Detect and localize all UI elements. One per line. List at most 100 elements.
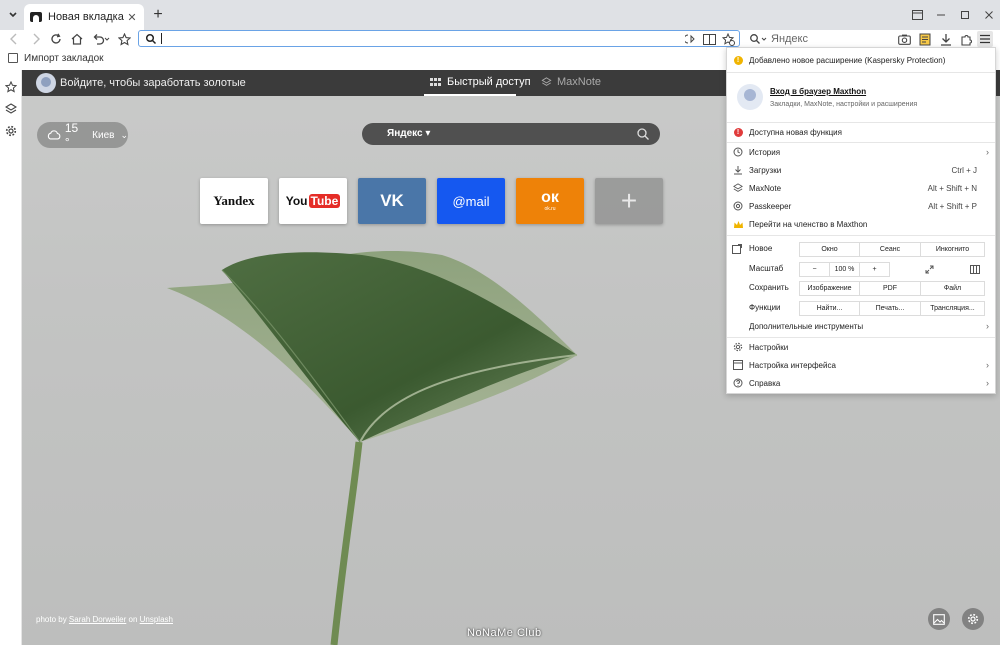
puzzle-icon <box>960 34 972 46</box>
menu-save-row: Сохранить Изображение PDF Файл <box>727 279 995 297</box>
chevron-right-icon: › <box>986 147 989 157</box>
save-pdf-button[interactable]: PDF <box>859 281 921 296</box>
print-button[interactable]: Печать... <box>859 301 921 316</box>
passkeeper-icon <box>731 200 745 212</box>
tab-new-tab[interactable]: Новая вкладка ✕ <box>24 4 144 30</box>
home-button[interactable] <box>69 31 85 47</box>
expand-icon <box>925 265 933 274</box>
menu-login[interactable]: Вход в браузер Maxthon Закладки, MaxNote… <box>727 74 995 118</box>
photo-source-link[interactable]: Unsplash <box>140 615 173 624</box>
tab-speed-dial[interactable]: Быстрый доступ <box>430 76 531 88</box>
window-controls <box>904 0 1000 30</box>
add-bookmark-icon[interactable] <box>721 32 735 46</box>
new-tab-button[interactable]: + <box>150 6 166 24</box>
photo-author-link[interactable]: Sarah Dorweiler <box>69 615 126 624</box>
maxnote-icon <box>541 77 552 86</box>
extension-kaspersky-button[interactable] <box>917 31 933 47</box>
new-window-icon <box>731 243 743 255</box>
zoom-in-button[interactable]: + <box>859 262 890 277</box>
ok-domain: ok.ru <box>544 206 556 212</box>
sidebar-favorites-button[interactable] <box>4 80 18 94</box>
split-view-icon[interactable] <box>906 0 928 30</box>
read-aloud-icon[interactable] <box>684 32 698 46</box>
sidebar-settings-button[interactable] <box>4 124 18 138</box>
reload-button[interactable] <box>48 31 64 47</box>
downloads-button[interactable] <box>938 31 954 47</box>
columns-icon <box>970 265 980 274</box>
import-bookmarks-link[interactable]: Импорт закладок <box>24 53 104 64</box>
speed-dial-tile-youtube[interactable]: You Tube <box>279 178 347 224</box>
minimize-button[interactable] <box>930 0 952 30</box>
forward-button[interactable] <box>28 31 44 47</box>
menu-notice-feature[interactable]: ! Доступна новая функция <box>727 123 995 141</box>
ok-logo: ок <box>541 189 559 206</box>
zoom-out-button[interactable]: − <box>799 262 830 277</box>
maximize-button[interactable] <box>954 0 976 30</box>
tab-close-icon[interactable]: ✕ <box>126 11 138 24</box>
menu-item-more-tools[interactable]: Дополнительные инструменты › <box>727 317 995 335</box>
menu-new-row: Новое Окно Сеанс Инкогнито <box>727 240 995 258</box>
search-placeholder: Яндекс <box>771 32 808 45</box>
speed-dial-tile-mail[interactable]: @mail <box>437 178 505 224</box>
page-settings-button[interactable] <box>962 608 984 630</box>
menu-item-downloads[interactable]: Загрузки Ctrl + J <box>727 161 995 179</box>
split-screen-button[interactable] <box>965 262 985 277</box>
add-speed-dial-button[interactable]: + <box>595 178 663 224</box>
favorites-button[interactable] <box>116 31 132 47</box>
avatar[interactable] <box>36 73 56 93</box>
menu-item-membership[interactable]: Перейти на членство в Maxthon <box>727 215 995 233</box>
save-image-button[interactable]: Изображение <box>799 281 860 296</box>
speed-dial-tile-yandex[interactable]: Yandex <box>200 178 268 224</box>
menu-item-maxnote[interactable]: MaxNote Alt + Shift + N <box>727 179 995 197</box>
extensions-button[interactable] <box>958 31 974 47</box>
search-box[interactable]: Яндекс <box>745 30 885 47</box>
tab-list-button[interactable] <box>4 6 22 24</box>
speed-dial-tile-ok[interactable]: ок ok.ru <box>516 178 584 224</box>
menu-item-ui-settings[interactable]: Настройка интерфейса › <box>727 356 995 374</box>
watermark: NoNaMe Club <box>467 627 542 639</box>
back-button[interactable] <box>6 31 22 47</box>
new-session-button[interactable]: Сеанс <box>859 242 921 257</box>
maxnote-icon <box>5 103 17 114</box>
undo-close-button[interactable] <box>90 31 112 47</box>
weather-widget[interactable]: 15 ° Киев ⌄ <box>37 121 128 149</box>
text-caret <box>161 33 162 44</box>
tab-maxnote[interactable]: MaxNote <box>541 76 601 88</box>
menu-item-history[interactable]: История › <box>727 143 995 161</box>
new-window-button[interactable]: Окно <box>799 242 860 257</box>
menu-item-help[interactable]: Справка › <box>727 374 995 392</box>
menu-login-title[interactable]: Вход в браузер Maxthon <box>770 87 866 96</box>
sidebar-maxnote-button[interactable] <box>4 102 18 116</box>
arrow-left-icon <box>10 33 17 45</box>
save-file-button[interactable]: Файл <box>920 281 985 296</box>
vk-logo: VK <box>380 191 404 210</box>
find-button[interactable]: Найти... <box>799 301 860 316</box>
change-wallpaper-button[interactable] <box>928 608 950 630</box>
home-icon <box>71 33 83 45</box>
search-icon[interactable] <box>636 127 650 141</box>
camera-icon <box>897 34 911 45</box>
search-engine-selector[interactable]: Яндекс ▾ <box>387 128 430 139</box>
menu-login-subtitle: Закладки, MaxNote, настройки и расширени… <box>770 101 918 108</box>
arrow-right-icon <box>33 33 40 45</box>
menu-notice-extension[interactable]: ! Добавлено новое расширение (Kaspersky … <box>727 51 995 69</box>
address-bar[interactable] <box>138 30 740 47</box>
star-icon <box>117 32 131 46</box>
speed-dial-tile-vk[interactable]: VK <box>358 178 426 224</box>
page-search-bar[interactable]: Яндекс ▾ <box>362 123 660 145</box>
menu-item-passkeeper[interactable]: Passkeeper Alt + Shift + P <box>727 197 995 215</box>
import-icon <box>8 53 18 63</box>
address-input[interactable] <box>161 32 681 45</box>
close-window-button[interactable] <box>978 0 1000 30</box>
fullscreen-button[interactable] <box>920 262 938 277</box>
help-icon <box>731 377 745 389</box>
main-menu-button[interactable] <box>977 31 993 47</box>
screenshot-button[interactable] <box>896 31 912 47</box>
new-incognito-button[interactable]: Инкогнито <box>920 242 985 257</box>
reader-mode-icon[interactable] <box>702 32 716 46</box>
chevron-right-icon: › <box>986 378 989 388</box>
login-prompt-link[interactable]: Войдите, чтобы заработать золотые <box>60 77 246 89</box>
cast-button[interactable]: Трансляция... <box>920 301 985 316</box>
menu-item-settings[interactable]: Настройки <box>727 338 995 356</box>
download-icon <box>941 33 951 46</box>
